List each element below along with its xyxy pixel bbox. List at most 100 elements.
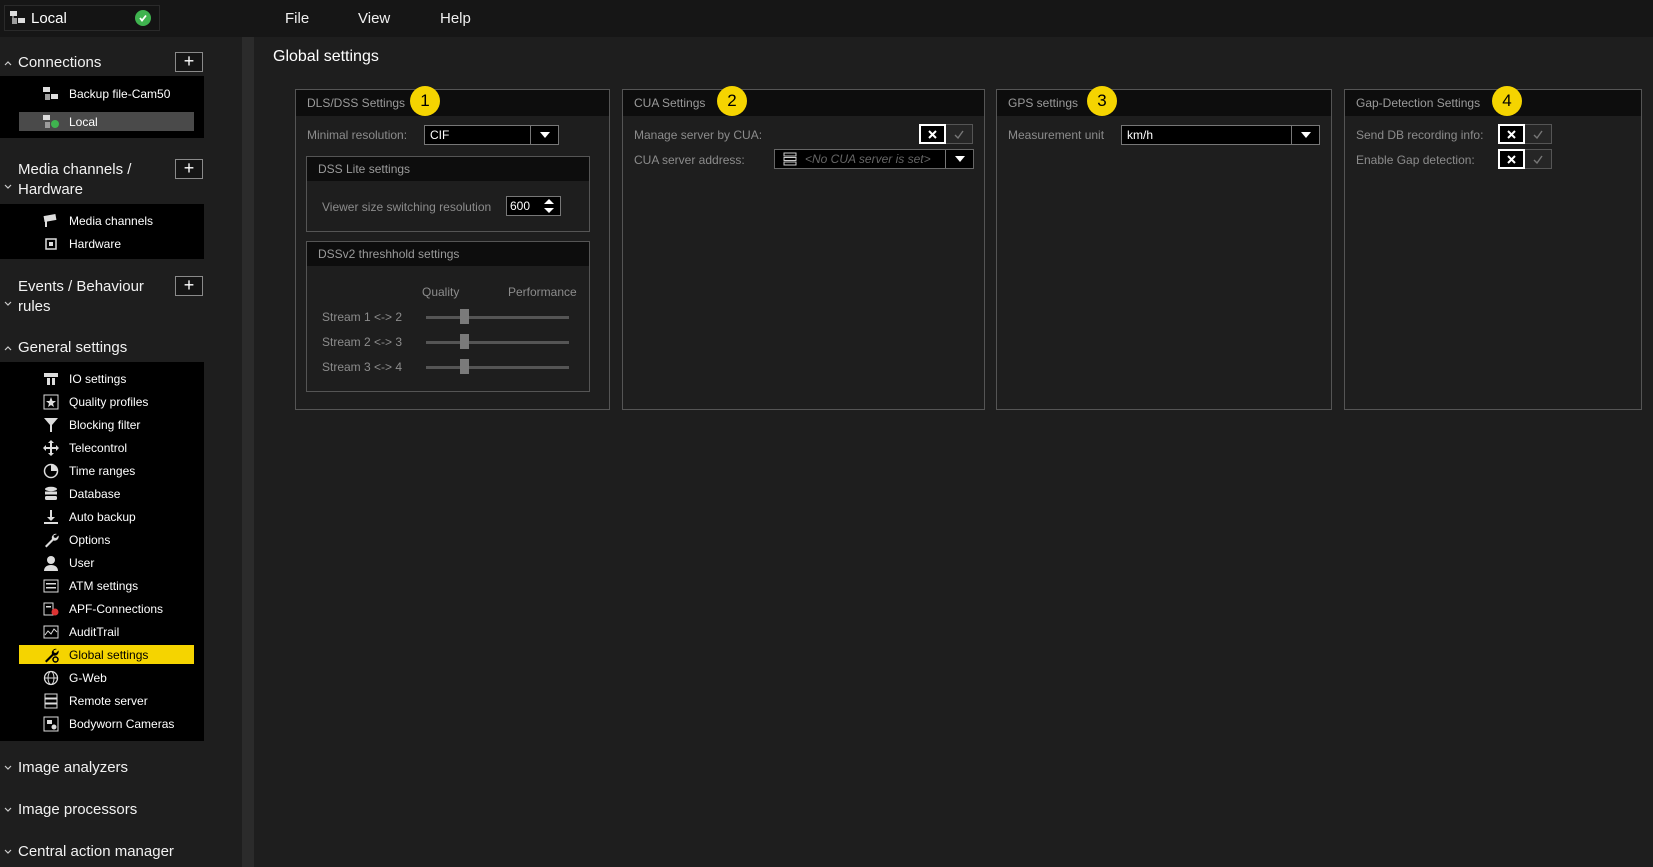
measurement-unit-label: Measurement unit bbox=[1008, 128, 1105, 142]
user-icon bbox=[41, 555, 61, 571]
category-label: Media channels / bbox=[18, 161, 132, 178]
send-db-recording-toggle[interactable] bbox=[1498, 124, 1552, 144]
page-title: Global settings bbox=[273, 48, 379, 65]
sidebar-item-remote-server[interactable]: Remote server bbox=[19, 691, 194, 710]
spinner-arrows-icon[interactable] bbox=[538, 197, 560, 215]
sidebar-item-database[interactable]: Database bbox=[19, 484, 194, 503]
add-connection-button[interactable]: + bbox=[175, 52, 203, 72]
wrench-icon bbox=[41, 532, 61, 548]
stream-2-3-slider-thumb[interactable] bbox=[459, 334, 469, 349]
sidebar-item-label: Bodyworn Cameras bbox=[69, 716, 175, 731]
category-label-line2: rules bbox=[18, 298, 51, 315]
category-general-settings[interactable]: General settings bbox=[0, 338, 204, 358]
viewer-size-label: Viewer size switching resolution bbox=[322, 200, 492, 214]
sidebar-item-label: ATM settings bbox=[69, 578, 139, 593]
manage-server-toggle[interactable] bbox=[919, 124, 973, 144]
performance-label: Performance bbox=[508, 285, 577, 299]
sidebar-scrollbar[interactable] bbox=[242, 37, 254, 867]
sidebar-item-label: Global settings bbox=[69, 647, 149, 662]
select-placeholder: <No CUA server is set> bbox=[805, 152, 931, 166]
download-icon bbox=[41, 509, 61, 525]
add-event-button[interactable]: + bbox=[175, 276, 203, 296]
sidebar-item-apf-connections[interactable]: APF-Connections bbox=[19, 599, 194, 618]
close-icon[interactable] bbox=[1498, 149, 1525, 169]
measurement-unit-select[interactable]: km/h bbox=[1121, 125, 1320, 145]
add-media-button[interactable]: + bbox=[175, 159, 203, 179]
sidebar-item-global-settings[interactable]: Global settings bbox=[19, 645, 194, 664]
category-image-processors[interactable]: Image processors bbox=[0, 800, 204, 820]
sidebar-item-label: Media channels bbox=[69, 213, 154, 228]
sidebar-item-label: Options bbox=[69, 532, 111, 547]
chevron-down-icon bbox=[4, 849, 12, 854]
gps-settings-panel: GPS settings Measurement unit km/h bbox=[996, 89, 1332, 410]
category-media-hardware[interactable]: Media channels / Hardware bbox=[0, 160, 204, 200]
close-icon[interactable] bbox=[1498, 124, 1525, 144]
category-events-rules[interactable]: Events / Behaviour rules bbox=[0, 277, 204, 317]
sidebar-item-local[interactable]: Local bbox=[19, 112, 194, 131]
close-icon[interactable] bbox=[919, 124, 946, 144]
stream-3-4-slider-track[interactable] bbox=[426, 366, 569, 369]
sidebar-item-media-channels[interactable]: Media channels bbox=[19, 211, 194, 230]
sidebar-item-audittrail[interactable]: AuditTrail bbox=[19, 622, 194, 641]
connection-selector[interactable]: Local bbox=[4, 5, 160, 31]
category-central-action-manager[interactable]: Central action manager bbox=[0, 842, 204, 862]
sidebar-item-telecontrol[interactable]: Telecontrol bbox=[19, 438, 194, 457]
panel-title: DLS/DSS Settings bbox=[296, 90, 609, 116]
menu-help[interactable]: Help bbox=[440, 0, 471, 37]
category-label: Central action manager bbox=[18, 843, 174, 860]
enable-gap-detection-toggle[interactable] bbox=[1498, 149, 1552, 169]
sidebar-item-atm-settings[interactable]: ATM settings bbox=[19, 576, 194, 595]
chevron-down-icon bbox=[4, 301, 12, 306]
check-icon[interactable] bbox=[1525, 124, 1552, 144]
sidebar-item-blocking-filter[interactable]: Blocking filter bbox=[19, 415, 194, 434]
sidebar-item-label: Blocking filter bbox=[69, 417, 141, 432]
sidebar-item-label: APF-Connections bbox=[69, 601, 164, 616]
general-settings-list: IO settings Quality profiles Blocking fi… bbox=[0, 362, 204, 741]
stream-2-3-slider-track[interactable] bbox=[426, 341, 569, 344]
minimal-resolution-select[interactable]: CIF bbox=[424, 125, 559, 145]
sidebar-item-label: User bbox=[69, 555, 95, 570]
global-wrench-icon bbox=[41, 647, 61, 663]
send-db-recording-label: Send DB recording info: bbox=[1356, 128, 1484, 142]
chevron-up-icon bbox=[4, 61, 12, 66]
sidebar-item-io-settings[interactable]: IO settings bbox=[19, 369, 194, 388]
category-connections[interactable]: Connections bbox=[0, 53, 204, 73]
network-server-icon bbox=[10, 11, 25, 24]
sidebar-item-time-ranges[interactable]: Time ranges bbox=[19, 461, 194, 480]
connections-list: Backup file-Cam50 Local bbox=[0, 76, 204, 138]
stream-3-4-slider-thumb[interactable] bbox=[459, 359, 469, 374]
pie-clock-icon bbox=[41, 463, 61, 479]
sidebar-item-g-web[interactable]: G-Web bbox=[19, 668, 194, 687]
atm-icon bbox=[41, 578, 61, 594]
check-icon[interactable] bbox=[946, 124, 973, 144]
sidebar-item-quality-profiles[interactable]: Quality profiles bbox=[19, 392, 194, 411]
server-icon bbox=[41, 693, 61, 709]
sidebar-item-label: AuditTrail bbox=[69, 624, 120, 639]
category-image-analyzers[interactable]: Image analyzers bbox=[0, 758, 204, 778]
sidebar-item-auto-backup[interactable]: Auto backup bbox=[19, 507, 194, 526]
menu-file[interactable]: File bbox=[285, 0, 309, 37]
network-server-icon bbox=[41, 86, 61, 102]
cua-server-address-select[interactable]: <No CUA server is set> bbox=[774, 149, 974, 169]
stream-1-2-slider-track[interactable] bbox=[426, 316, 569, 319]
connection-name: Local bbox=[31, 9, 67, 27]
sidebar-item-label: Local bbox=[69, 114, 98, 129]
chevron-down-icon bbox=[4, 765, 12, 770]
stream-1-2-slider-thumb[interactable] bbox=[459, 309, 469, 324]
category-label: Image processors bbox=[18, 801, 138, 818]
viewer-size-spinner[interactable]: 600 bbox=[506, 196, 561, 216]
sidebar-item-hardware[interactable]: Hardware bbox=[19, 234, 194, 253]
globe-icon bbox=[41, 670, 61, 686]
sidebar-item-label: Time ranges bbox=[69, 463, 136, 478]
move-arrows-icon bbox=[41, 439, 61, 456]
manage-server-label: Manage server by CUA: bbox=[634, 128, 763, 142]
menu-view[interactable]: View bbox=[358, 0, 390, 37]
check-icon[interactable] bbox=[1525, 149, 1552, 169]
star-icon bbox=[41, 394, 61, 410]
sidebar-item-options[interactable]: Options bbox=[19, 530, 194, 549]
sidebar-item-bodyworn-cameras[interactable]: Bodyworn Cameras bbox=[19, 714, 194, 733]
sidebar-item-user[interactable]: User bbox=[19, 553, 194, 572]
select-value: km/h bbox=[1127, 128, 1154, 142]
sidebar-item-backup-file[interactable]: Backup file-Cam50 bbox=[19, 84, 194, 103]
category-label: Image analyzers bbox=[18, 759, 129, 776]
